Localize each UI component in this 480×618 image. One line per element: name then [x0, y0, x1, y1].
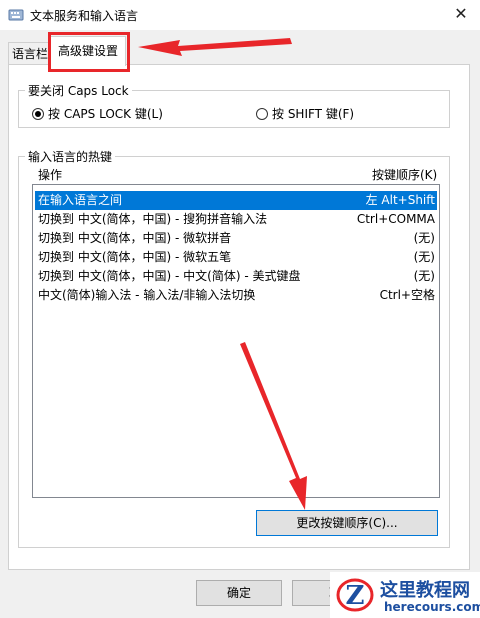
list-item-action: 切换到 中文(简体，中国) - 中文(简体) - 美式键盘 [38, 269, 301, 283]
hotkey-list[interactable]: 在输入语言之间 左 Alt+Shift 切换到 中文(简体，中国) - 搜狗拼音输… [32, 184, 440, 498]
list-item-key: Ctrl+COMMA [356, 212, 435, 226]
watermark-name: 这里教程网 [380, 580, 470, 601]
watermark-logo-icon: Z [336, 578, 374, 612]
column-header-action: 操作 [38, 168, 63, 182]
list-item-key: 左 Alt+Shift [365, 193, 435, 207]
title-bar: 文本服务和输入语言 ✕ [0, 0, 480, 30]
watermark: Z 这里教程网 herecours.com [330, 572, 480, 618]
list-item[interactable]: 切换到 中文(简体，中国) - 中文(简体) - 美式键盘 (无) [35, 267, 437, 286]
list-item[interactable]: 切换到 中文(简体，中国) - 微软五笔 (无) [35, 248, 437, 267]
radio-caps-label: 按 CAPS LOCK 键(L) [48, 107, 163, 121]
annotation-highlight-box [48, 32, 130, 72]
list-item-key: (无) [413, 250, 435, 264]
list-item[interactable]: 切换到 中文(简体，中国) - 微软拼音 (无) [35, 229, 437, 248]
list-item[interactable]: 切换到 中文(简体，中国) - 搜狗拼音输入法 Ctrl+COMMA [35, 210, 437, 229]
radio-selected-icon [32, 108, 44, 120]
caps-lock-legend: 要关闭 Caps Lock [28, 84, 129, 98]
change-key-sequence-button[interactable]: 更改按键顺序(C)... [256, 510, 438, 536]
column-header-key-sequence: 按键顺序(K) [372, 168, 438, 182]
list-item-action: 中文(简体)输入法 - 输入法/非输入法切换 [38, 288, 256, 302]
tab-language-bar[interactable]: 语言栏 [8, 42, 50, 64]
list-item-action: 切换到 中文(简体，中国) - 搜狗拼音输入法 [38, 212, 268, 226]
watermark-url: herecours.com [384, 600, 480, 614]
list-item-action: 切换到 中文(简体，中国) - 微软五笔 [38, 250, 232, 264]
list-item[interactable]: 在输入语言之间 左 Alt+Shift [35, 191, 437, 210]
radio-shift-label: 按 SHIFT 键(F) [272, 107, 355, 121]
watermark-logo-letter: Z [346, 581, 365, 611]
hotkeys-legend: 输入语言的热键 [28, 150, 113, 164]
list-item-key: Ctrl+空格 [379, 288, 435, 302]
ok-button[interactable]: 确定 [196, 580, 282, 606]
radio-shift[interactable]: 按 SHIFT 键(F) [256, 106, 354, 122]
window-title: 文本服务和输入语言 [30, 9, 139, 23]
list-item[interactable]: 中文(简体)输入法 - 输入法/非输入法切换 Ctrl+空格 [35, 286, 437, 305]
radio-caps-lock[interactable]: 按 CAPS LOCK 键(L) [32, 106, 163, 122]
list-item-key: (无) [413, 231, 435, 245]
list-item-key: (无) [413, 269, 435, 283]
close-button[interactable]: ✕ [446, 2, 476, 26]
list-item-action: 在输入语言之间 [38, 193, 123, 207]
arrow-to-tab-icon [138, 38, 292, 56]
list-item-action: 切换到 中文(简体，中国) - 微软拼音 [38, 231, 232, 245]
keyboard-icon [8, 9, 24, 21]
radio-unselected-icon [256, 108, 268, 120]
